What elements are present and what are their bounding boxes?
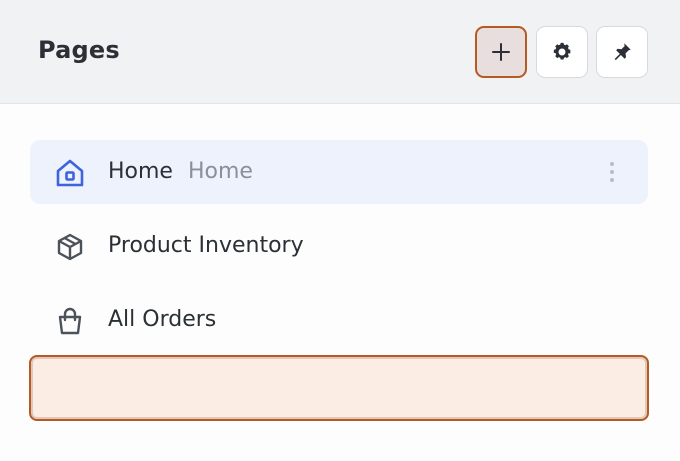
more-options-icon[interactable]: [602, 160, 622, 184]
plus-icon: [492, 43, 510, 61]
page-item-home[interactable]: Home Home: [30, 140, 648, 204]
page-item-label: All Orders: [108, 307, 217, 332]
page-item-label: Home: [108, 159, 173, 184]
gear-icon: [553, 42, 571, 60]
pages-panel: Pages Home Home Product Inventory All Or…: [0, 0, 680, 461]
add-page-button[interactable]: [475, 26, 527, 78]
shopping-bag-icon: [54, 305, 86, 337]
box-icon: [54, 231, 86, 263]
page-settings-button[interactable]: [536, 26, 588, 78]
pages-list: Home Home Product Inventory All Orders: [30, 140, 648, 362]
page-item-all-orders[interactable]: All Orders: [30, 288, 648, 352]
page-item-sublabel: Home: [188, 159, 253, 184]
page-item-product-inventory[interactable]: Product Inventory: [30, 214, 648, 278]
pin-icon: [614, 43, 631, 61]
pin-panel-button[interactable]: [596, 26, 648, 78]
page-title: Pages: [38, 36, 120, 64]
pages-header: Pages: [0, 0, 680, 104]
new-page-name-input[interactable]: [29, 355, 649, 421]
page-item-label: Product Inventory: [108, 233, 304, 258]
home-icon: [54, 157, 86, 189]
